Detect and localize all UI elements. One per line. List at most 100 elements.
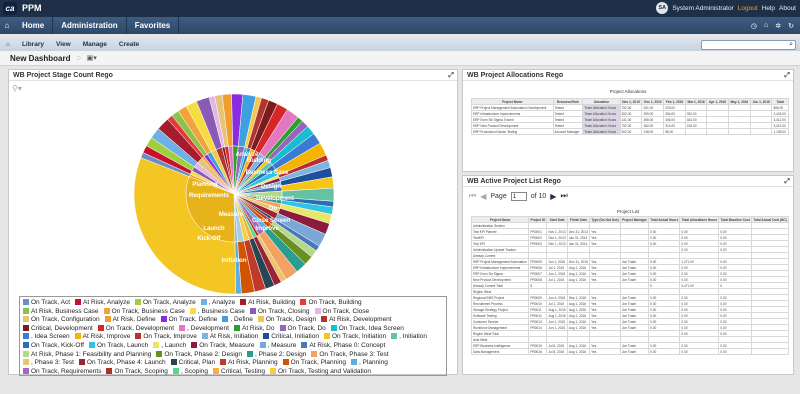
- legend-item[interactable]: On Track, Initiation: [323, 333, 386, 342]
- legend-item[interactable]: At Risk, Analyze: [75, 299, 130, 308]
- legend-swatch: [301, 341, 308, 348]
- legend-item[interactable]: At Risk, Do: [233, 324, 275, 334]
- search-icon[interactable]: ⌕: [789, 41, 793, 49]
- legend-item[interactable]: On Track, Measure: [191, 341, 255, 351]
- toolbar-home-icon[interactable]: ⌂: [0, 41, 16, 48]
- legend-item[interactable]: Critical, Plan: [170, 359, 215, 368]
- legend-item[interactable]: , Phase 3: Test: [23, 359, 74, 368]
- toolbar-view[interactable]: View: [50, 41, 77, 48]
- legend-item[interactable]: On Track, Planning: [282, 359, 346, 368]
- legend-item[interactable]: At Risk, Business Case: [23, 307, 99, 317]
- legend-label: On Track, Scoping: [114, 367, 168, 375]
- legend-swatch: [134, 299, 141, 305]
- legend-item[interactable]: , Measure: [259, 341, 296, 351]
- home-small-icon[interactable]: ⌂: [764, 22, 768, 30]
- legend-label: On Track, Measure: [199, 341, 255, 349]
- legend-item[interactable]: , Launch: [153, 341, 186, 351]
- legend-item[interactable]: At Risk, Development: [321, 316, 392, 325]
- legend-swatch: [88, 341, 95, 348]
- next-page-icon[interactable]: ▶: [550, 192, 556, 201]
- project-list-portlet: WB Active Project List Rego ⤢ ⏮ ◀ Page 1 …: [462, 175, 794, 375]
- legend-item[interactable]: On Track, Phase 3: Test: [311, 350, 389, 360]
- legend-item[interactable]: On Track, Phase 2: Design: [156, 350, 242, 360]
- first-page-icon[interactable]: ⏮: [469, 191, 476, 201]
- toolbar-library[interactable]: Library: [16, 41, 50, 48]
- legend-item[interactable]: At Risk, Define: [104, 316, 156, 325]
- legend-item[interactable]: At Risk, Phase 0: Concept: [301, 341, 385, 351]
- legend-label: At Risk, Improve: [82, 333, 131, 341]
- legend-item[interactable]: Critical, Development: [23, 324, 93, 334]
- page-input[interactable]: 1: [510, 191, 527, 201]
- save-icon[interactable]: ▣▾: [87, 54, 97, 62]
- legend-item[interactable]: At Risk, Improve: [74, 333, 131, 342]
- legend-item[interactable]: On Track, Building: [300, 299, 362, 308]
- legend-item[interactable]: At Risk, Initiation: [201, 333, 258, 342]
- toolbar-manage[interactable]: Manage: [77, 41, 113, 48]
- user-name: System Administrator: [672, 4, 734, 12]
- dashboard-options-icon[interactable]: ◌: [76, 55, 80, 62]
- legend-item[interactable]: On Track, Act: [23, 299, 70, 308]
- legend-item[interactable]: On Track, Kick-Off: [23, 341, 84, 351]
- legend-item[interactable]: On Track, Configuration: [23, 316, 100, 325]
- legend-item[interactable]: On Track, Closing: [249, 307, 310, 317]
- legend-item[interactable]: On Track, Requirements: [23, 367, 101, 375]
- legend-item[interactable]: , Planning: [350, 359, 388, 368]
- legend-item[interactable]: On Track, Close: [314, 307, 369, 317]
- legend-item[interactable]: Critical, Initiation: [263, 333, 319, 342]
- legend-label: , Idea Screen: [31, 333, 70, 341]
- legend-item[interactable]: , Define: [222, 316, 253, 325]
- legend-item[interactable]: On Track, Analyze: [134, 299, 196, 308]
- legend-item[interactable]: , Development: [179, 324, 229, 334]
- legend-item[interactable]: , Phase 2: Design: [247, 350, 306, 360]
- refresh-icon[interactable]: ↻: [788, 22, 794, 30]
- legend-item[interactable]: On Track, Do: [279, 324, 326, 334]
- project-list-title-text: WB Active Project List Rego: [467, 178, 561, 185]
- legend-swatch: [220, 359, 227, 366]
- logout-link[interactable]: Logout: [738, 5, 758, 12]
- expand-icon[interactable]: ⤢: [784, 70, 790, 81]
- prev-page-icon[interactable]: ◀: [480, 192, 486, 201]
- expand-icon[interactable]: ⤢: [784, 176, 790, 187]
- pie-label: Initiation: [222, 258, 247, 264]
- legend-item[interactable]: On Track, Design: [257, 316, 316, 325]
- legend-item[interactable]: On Track, Improve: [135, 333, 197, 342]
- table-row[interactable]: Data Management PR0016 Jul 8, 2015 Aug 1, 2…: [470, 348, 789, 355]
- legend-label: On Track, Act: [31, 299, 71, 306]
- legend-item[interactable]: At Risk, Building: [240, 299, 295, 308]
- search-input[interactable]: ⌕: [701, 39, 796, 50]
- legend-item[interactable]: On Track, Idea Screen: [330, 324, 404, 334]
- legend-label: On Track, Kick-Off: [31, 341, 84, 349]
- menu-favorites[interactable]: Favorites: [127, 17, 180, 34]
- allocations-portlet: WB Project Allocations Rego ⤢ Project All…: [462, 69, 794, 172]
- legend-item[interactable]: , Initiation: [391, 333, 427, 342]
- about-link[interactable]: About: [779, 5, 796, 12]
- expand-icon[interactable]: ⤢: [448, 70, 454, 81]
- legend-item[interactable]: , Idea Screen: [23, 333, 70, 342]
- menu-administration[interactable]: Administration: [53, 17, 127, 34]
- legend-item[interactable]: On Track, Launch: [88, 341, 148, 351]
- legend-item[interactable]: On Track, Business Case: [103, 307, 185, 317]
- home-icon[interactable]: ⌂: [0, 17, 14, 34]
- legend-swatch: [160, 316, 167, 323]
- clock-icon[interactable]: ◷: [751, 22, 757, 30]
- legend-item[interactable]: , Analyze: [200, 299, 235, 308]
- legend-item[interactable]: At Risk, Planning: [220, 359, 278, 368]
- table-row[interactable]: ERP Production Kaizen Testing Account Man…: [471, 128, 789, 135]
- help-link[interactable]: Help: [762, 5, 775, 12]
- settings-icon[interactable]: ✲: [775, 22, 781, 30]
- legend-item[interactable]: On Track, Define: [160, 316, 217, 325]
- legend-item[interactable]: On Track, Scoping: [106, 367, 168, 375]
- user-avatar[interactable]: SA: [656, 2, 669, 14]
- menu-home[interactable]: Home: [14, 17, 54, 34]
- table-cell: 0.00: [648, 348, 681, 355]
- legend-item[interactable]: , Scoping: [172, 367, 208, 375]
- legend-item[interactable]: Critical, Testing: [213, 367, 265, 375]
- legend-item[interactable]: On Track, Phase 4: Launch: [78, 359, 166, 368]
- toolbar-create[interactable]: Create: [113, 41, 145, 48]
- legend-item[interactable]: At Risk, Phase 1: Feasibility and Planni…: [23, 350, 151, 360]
- legend-item[interactable]: On Track, Testing and Validation: [270, 367, 371, 375]
- legend-item[interactable]: , Business Case: [189, 307, 245, 317]
- legend-swatch: [75, 299, 82, 305]
- last-page-icon[interactable]: ⏭: [560, 191, 567, 201]
- legend-item[interactable]: On Track, Development: [97, 324, 174, 334]
